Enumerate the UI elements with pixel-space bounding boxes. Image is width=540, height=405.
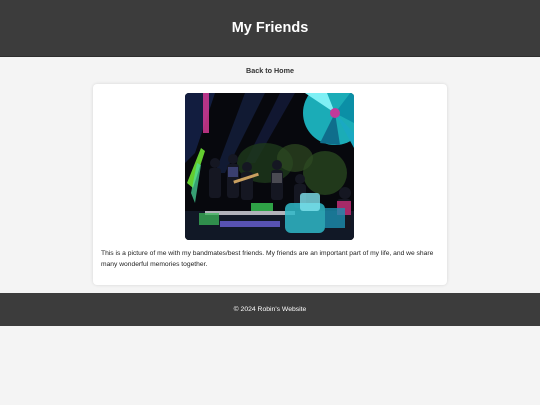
photo-caption: This is a picture of me with my bandmate… — [101, 250, 434, 268]
content-card: This is a picture of me with my bandmate… — [93, 84, 447, 285]
band-photo — [185, 93, 354, 240]
back-to-home-link[interactable]: Back to Home — [246, 66, 294, 75]
page-footer: © 2024 Robin's Website — [0, 293, 540, 326]
page-header: My Friends — [0, 0, 540, 57]
copyright-text: © 2024 Robin's Website — [233, 306, 307, 313]
nav-bar: Back to Home — [0, 57, 540, 83]
page-title: My Friends — [231, 20, 309, 36]
